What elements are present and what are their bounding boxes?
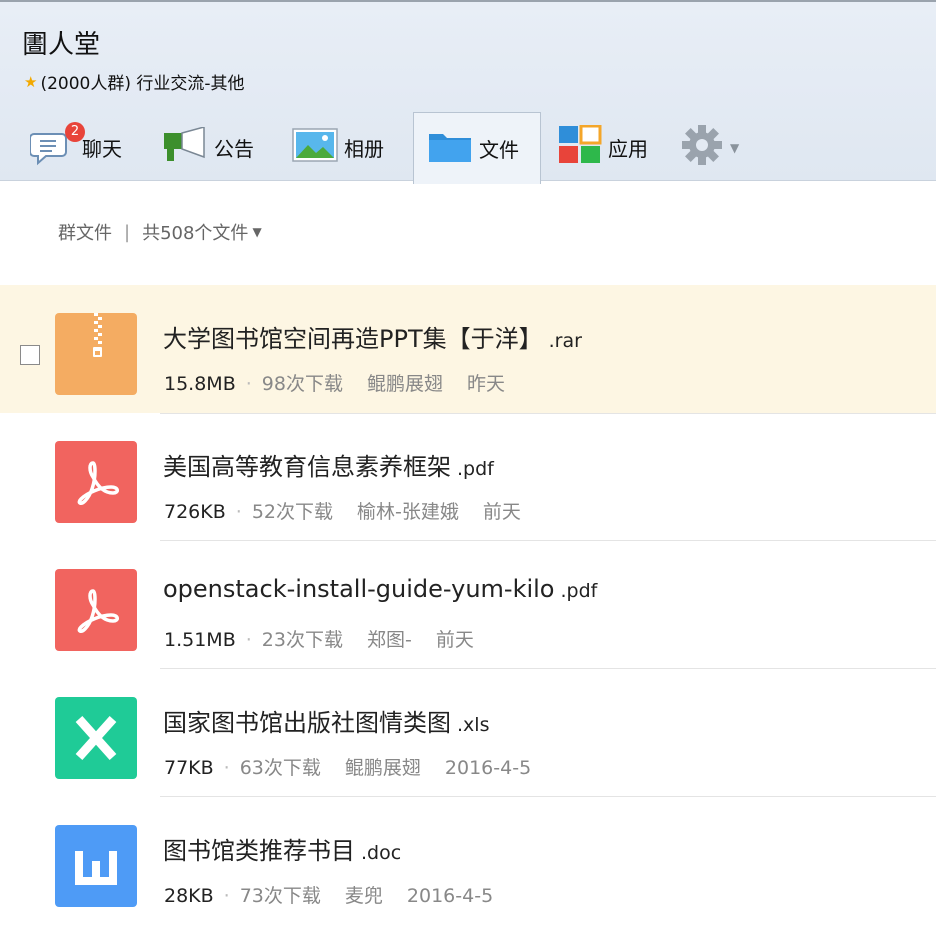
file-name[interactable]: 图书馆类推荐书目 .doc xyxy=(163,831,401,866)
uploader: 麦兜 xyxy=(344,885,383,907)
tab-bar: 2 聊天 公告 相册 文件 应用 ▼ xyxy=(0,112,936,184)
group-subtitle: ★ (2000人群) 行业交流-其他 xyxy=(24,69,245,95)
file-ext: .pdf xyxy=(560,580,598,602)
unread-badge: 2 xyxy=(65,121,85,142)
file-ext: .pdf xyxy=(457,458,494,480)
crumb-separator: | xyxy=(124,221,131,243)
file-name[interactable]: openstack-install-guide-yum-kilo .pdf xyxy=(163,575,597,603)
chevron-down-icon: ▼ xyxy=(730,140,740,155)
tab-apps-label: 应用 xyxy=(608,137,648,161)
group-header: 圕人堂 ★ (2000人群) 行业交流-其他 2 聊天 公告 相册 文件 应用 … xyxy=(0,0,936,184)
excel-file-icon xyxy=(55,697,137,779)
gear-icon xyxy=(680,123,724,172)
file-name-text: 大学图书馆空间再造PPT集【于洋】 xyxy=(163,325,543,353)
group-name: 圕人堂 xyxy=(22,30,101,60)
tab-files-label: 文件 xyxy=(479,138,519,162)
download-count: 52次下载 xyxy=(251,501,333,523)
tab-announcement[interactable]: 公告 xyxy=(162,112,254,183)
tab-chat[interactable]: 2 聊天 xyxy=(29,112,122,183)
file-name[interactable]: 国家图书馆出版社图情类图 .xls xyxy=(163,703,489,738)
pdf-file-icon xyxy=(55,441,137,523)
upload-date: 前天 xyxy=(435,629,474,651)
download-count: 98次下载 xyxy=(261,373,343,395)
uploader: 郑图- xyxy=(366,629,412,651)
word-file-icon xyxy=(55,825,137,907)
file-meta: 726KB · 52次下载 榆林-张建娥 前天 xyxy=(164,501,521,523)
file-meta: 1.51MB · 23次下载 郑图- 前天 xyxy=(164,629,474,651)
file-name-text: openstack-install-guide-yum-kilo xyxy=(163,575,555,603)
star-icon: ★ xyxy=(24,72,38,91)
file-row[interactable]: 大学图书馆空间再造PPT集【于洋】 .rar 15.8MB · 98次下载 鲲鹏展翅 昨天 xyxy=(0,285,936,413)
megaphone-icon xyxy=(162,126,208,168)
file-size: 726KB xyxy=(164,501,226,523)
upload-date: 前天 xyxy=(482,501,521,523)
file-row[interactable]: 美国高等教育信息素养框架 .pdf 726KB · 52次下载 榆林-张建娥 前天 xyxy=(0,413,936,541)
group-subtitle-text: (2000人群) 行业交流-其他 xyxy=(40,74,245,94)
file-meta: 28KB · 73次下载 麦兜 2016-4-5 xyxy=(164,885,494,907)
picture-icon xyxy=(292,127,338,168)
download-count: 23次下载 xyxy=(261,629,343,651)
file-size: 15.8MB xyxy=(164,373,236,395)
folder-icon xyxy=(427,128,473,169)
file-row[interactable]: 国家图书馆出版社图情类图 .xls 77KB · 63次下载 鲲鹏展翅 2016-4-5 xyxy=(0,669,936,797)
file-meta: 15.8MB · 98次下载 鲲鹏展翅 昨天 xyxy=(164,373,505,395)
tab-album-label: 相册 xyxy=(344,137,384,161)
tab-announcement-label: 公告 xyxy=(214,137,254,161)
file-ext: .doc xyxy=(361,842,402,864)
file-name-text: 美国高等教育信息素养框架 xyxy=(163,453,451,481)
uploader: 鲲鹏展翅 xyxy=(366,373,443,395)
file-checkbox[interactable] xyxy=(20,345,40,365)
file-meta: 77KB · 63次下载 鲲鹏展翅 2016-4-5 xyxy=(164,757,532,779)
file-size: 77KB xyxy=(164,757,214,779)
file-size: 28KB xyxy=(164,885,214,907)
uploader: 鲲鹏展翅 xyxy=(344,757,421,779)
tab-apps[interactable]: 应用 xyxy=(558,112,648,183)
file-row[interactable]: 图书馆类推荐书目 .doc 28KB · 73次下载 麦兜 2016-4-5 xyxy=(0,797,936,925)
upload-date: 2016-4-5 xyxy=(406,885,494,907)
file-name[interactable]: 美国高等教育信息素养框架 .pdf xyxy=(163,447,494,482)
file-breadcrumb: 群文件 | 共508个文件 ▼ xyxy=(58,219,262,245)
file-size: 1.51MB xyxy=(164,629,236,651)
file-row[interactable]: openstack-install-guide-yum-kilo .pdf 1.5… xyxy=(0,541,936,669)
settings-dropdown[interactable]: ▼ xyxy=(680,112,739,183)
download-count: 63次下载 xyxy=(239,757,321,779)
archive-file-icon xyxy=(55,313,137,395)
upload-date: 2016-4-5 xyxy=(444,757,532,779)
download-count: 73次下载 xyxy=(239,885,321,907)
tab-chat-label: 聊天 xyxy=(82,137,122,161)
pdf-file-icon xyxy=(55,569,137,651)
chat-bubble-icon: 2 xyxy=(29,121,85,166)
file-ext: .rar xyxy=(548,330,582,352)
uploader: 榆林-张建娥 xyxy=(357,501,459,523)
crumb-root[interactable]: 群文件 xyxy=(58,219,112,245)
file-name[interactable]: 大学图书馆空间再造PPT集【于洋】 .rar xyxy=(163,319,582,354)
tab-files[interactable]: 文件 xyxy=(413,112,541,184)
file-count-filter[interactable]: 共508个文件 xyxy=(142,219,248,245)
file-name-text: 图书馆类推荐书目 xyxy=(163,837,355,865)
chevron-down-icon[interactable]: ▼ xyxy=(252,225,261,239)
tab-album[interactable]: 相册 xyxy=(292,112,384,183)
upload-date: 昨天 xyxy=(466,373,505,395)
apps-grid-icon xyxy=(558,124,602,170)
file-ext: .xls xyxy=(457,714,490,736)
file-name-text: 国家图书馆出版社图情类图 xyxy=(163,709,451,737)
